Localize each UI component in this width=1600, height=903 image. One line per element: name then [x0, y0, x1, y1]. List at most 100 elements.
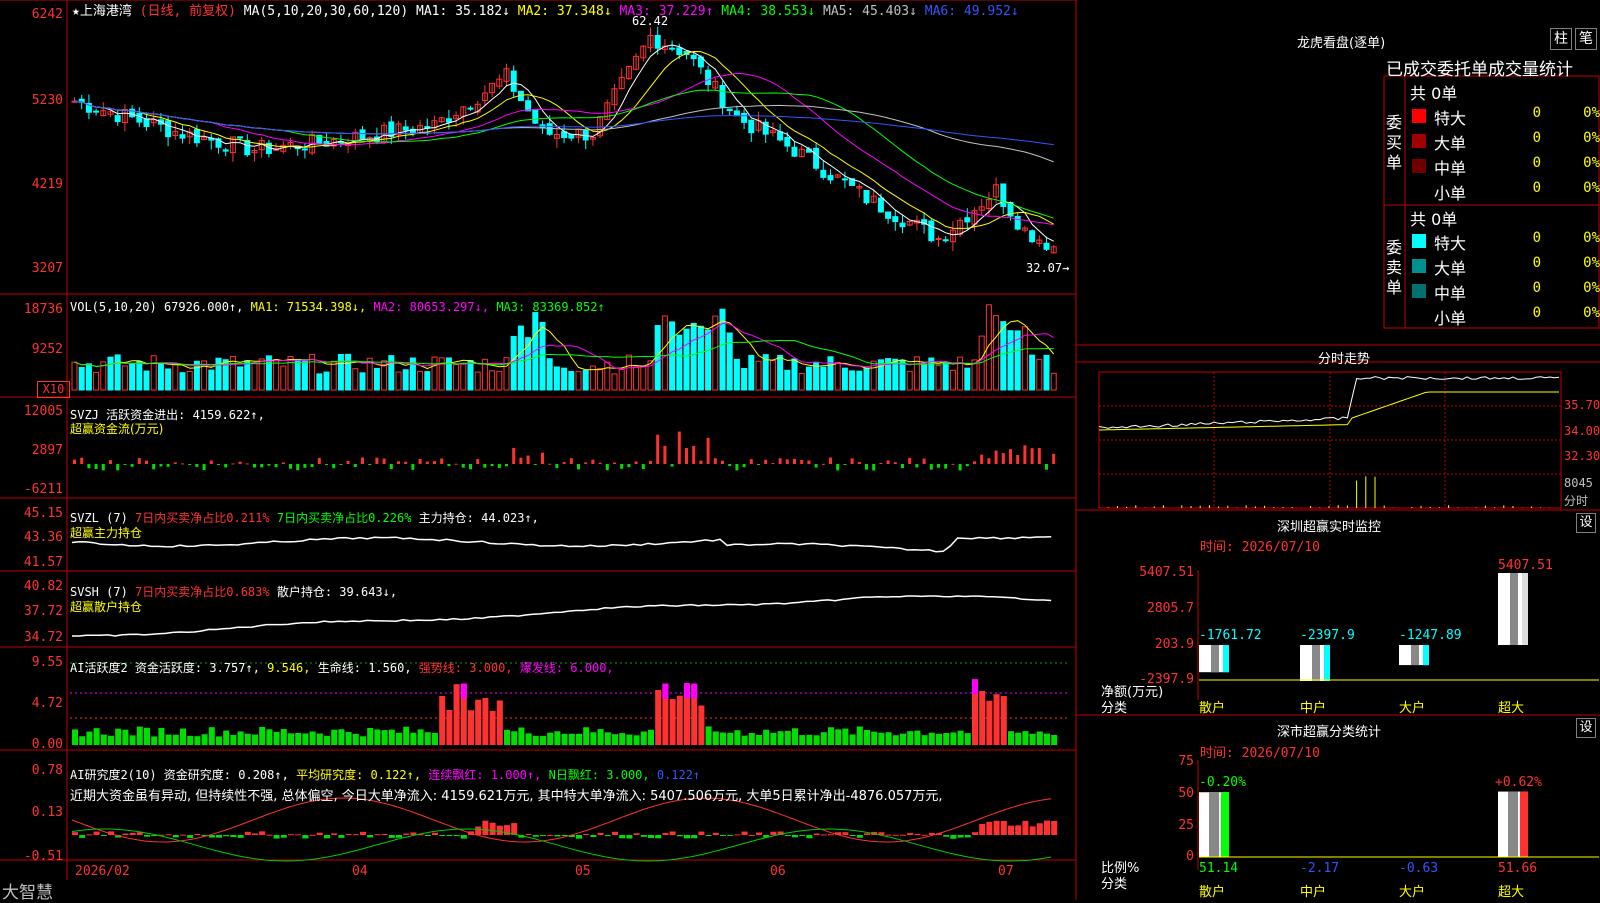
ai-research-bar — [748, 834, 755, 836]
ai-active-bar — [309, 731, 316, 745]
price-y-tick: 3207 — [31, 261, 63, 276]
sz-monitor-settings-button[interactable]: 设 — [1576, 513, 1596, 533]
price-y-tick: 5230 — [31, 93, 63, 108]
order-percent: 0% — [1583, 130, 1600, 146]
svzj-bar — [836, 464, 840, 471]
sz-category-bar — [1199, 792, 1229, 857]
tab-column[interactable]: 柱 — [1550, 28, 1572, 50]
intraday-chart[interactable] — [1098, 376, 1560, 508]
sz-category-y-label: 0 — [1186, 849, 1194, 864]
buy-total: 共 0单 — [1410, 84, 1458, 103]
volume-bar — [121, 365, 128, 391]
candle — [841, 178, 848, 181]
ai-research-bar — [1015, 825, 1022, 835]
candle — [877, 197, 884, 213]
ai-research-bar — [676, 835, 683, 837]
ma-legend-item[interactable]: MA1: 35.182↓ — [416, 4, 510, 19]
candle — [525, 100, 532, 112]
svzj-bar — [627, 464, 631, 468]
intraday-y-label: 34.00 — [1564, 424, 1600, 438]
stock-title[interactable]: ★上海港湾 — [72, 4, 132, 19]
sz-monitor-y-label: 5407.51 — [1139, 565, 1194, 580]
ai-research-bar — [806, 835, 813, 839]
brand-logo[interactable]: 大智慧 — [2, 878, 53, 903]
volume-bar — [755, 360, 762, 391]
ai-research-bar — [547, 834, 554, 836]
chart-canvas: -1761.72 -2397.9 -1247.89 5407.51 -0.20% +0.… — [0, 0, 1600, 900]
svzj-bar — [289, 464, 292, 469]
ai-research-c: 连续飘红: 1.000↑, — [428, 768, 542, 782]
price-candles[interactable] — [71, 26, 1057, 254]
ai-research-bar — [453, 835, 460, 836]
ai-research-bar — [576, 835, 582, 839]
svzj-bar — [541, 452, 544, 464]
ai-research-bar — [367, 835, 374, 838]
svzj-bar — [749, 459, 753, 464]
ai-active-bar — [669, 699, 676, 745]
volume-bars[interactable] — [71, 304, 1057, 391]
sz-monitor-y-label: 203.9 — [1154, 637, 1194, 652]
ai-active-bar — [568, 733, 575, 745]
candle — [179, 134, 186, 139]
ai-research-bar — [86, 834, 93, 836]
ai-active-bar — [295, 732, 302, 745]
ai-research-bar — [856, 835, 863, 838]
volume-bar — [546, 358, 553, 391]
ai-research-bar — [280, 835, 287, 838]
ai-research-bar — [784, 835, 791, 836]
ma-legend-item[interactable]: MA5: 45.403↓ — [815, 4, 917, 19]
tab-stroke[interactable]: 笔 — [1575, 28, 1597, 50]
ma-legend-item[interactable]: MA2: 37.348↓ — [510, 4, 612, 19]
ai-research-bar — [273, 835, 280, 839]
svzj-bar — [332, 464, 336, 469]
ai-research-bar — [648, 835, 654, 839]
volume-bar — [136, 360, 143, 391]
svzj-bar — [353, 464, 357, 467]
svzj-bar — [325, 464, 328, 465]
ai-active-bar — [208, 727, 215, 745]
volume-bar — [453, 364, 460, 391]
svzj-bar — [202, 464, 206, 470]
ai-research-bar — [914, 833, 921, 835]
ai-research-bar — [921, 834, 928, 836]
sz-category-settings-button[interactable]: 设 — [1576, 718, 1596, 738]
ai-active-bar — [871, 731, 878, 745]
svzj-bars[interactable] — [73, 431, 1056, 471]
ma-legend-item[interactable]: MA6: 49.952↓ — [917, 4, 1019, 19]
svzl-y-tick: 41.57 — [23, 555, 63, 570]
candle — [1000, 183, 1007, 207]
svzl-y-tick: 43.36 — [23, 530, 63, 545]
intraday-title[interactable]: 分时走势 — [1318, 348, 1370, 367]
svzj-bar — [821, 463, 825, 465]
svzl-line[interactable] — [71, 536, 1052, 553]
ai-active-bar — [316, 733, 323, 745]
ai-research-bar — [1008, 825, 1014, 835]
candle — [885, 211, 892, 219]
volume-bar — [244, 360, 251, 391]
ai-research-bars[interactable] — [71, 797, 1058, 862]
candle — [244, 140, 251, 156]
ai-active-bar — [266, 729, 273, 745]
ma-legend-item[interactable]: MA4: 38.553↓ — [713, 4, 815, 19]
date-label: 06 — [770, 864, 786, 879]
svzj-y-tick: 12005 — [23, 404, 63, 419]
sz-category-category: 大户 — [1399, 885, 1426, 900]
ai-active-bar — [619, 733, 626, 745]
sz-category-chart: -0.20% +0.62% 51.14 -2.17 -0.63 51.66 — [1199, 775, 1599, 876]
ai-active-bar — [540, 735, 546, 745]
svzj-bar — [253, 464, 256, 468]
ai-research-bar — [698, 831, 705, 835]
ai-research-bar — [424, 835, 431, 836]
volume-bar — [323, 371, 330, 391]
period-mode[interactable]: (日线, 前复权) — [140, 4, 236, 19]
svsh-line[interactable] — [72, 595, 1052, 637]
candle — [726, 108, 733, 112]
volume-unit-badge[interactable]: X10 — [37, 381, 70, 398]
candle — [402, 126, 409, 131]
ai-active-bar — [928, 732, 935, 745]
svzj-bar — [281, 462, 285, 464]
ai-active-bar — [741, 735, 748, 745]
ai-research-bar — [1044, 820, 1050, 835]
ai-research-bar — [237, 835, 244, 838]
ai-active-bar — [352, 733, 359, 745]
